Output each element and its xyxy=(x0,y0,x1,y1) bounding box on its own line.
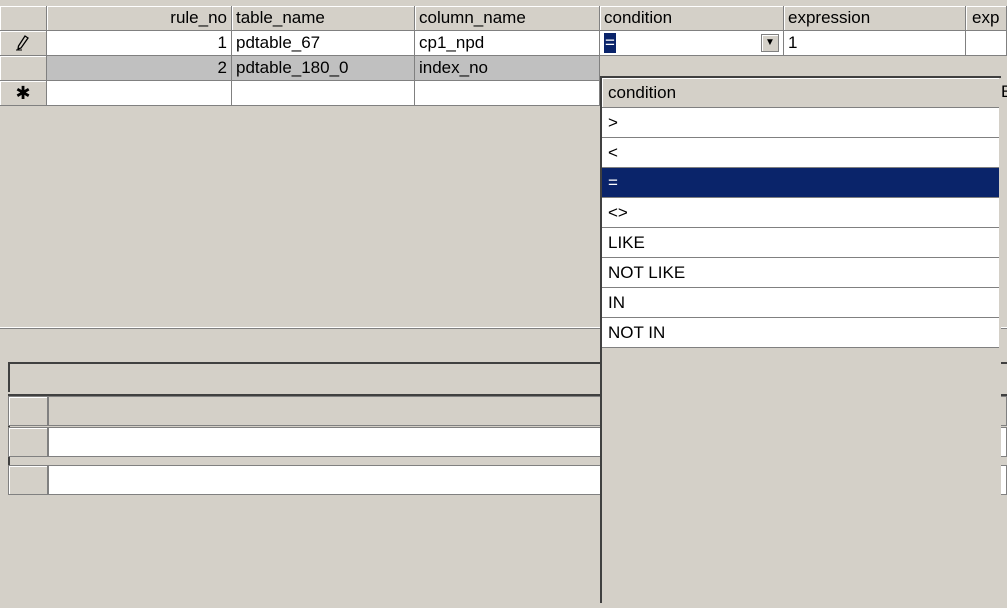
cell-table-name[interactable]: pdtable_67 xyxy=(232,31,415,56)
column-header-table-name[interactable]: table_name xyxy=(232,6,415,31)
column-header-rule-no[interactable]: rule_no xyxy=(47,6,232,31)
combo-dropdown-button[interactable]: ▼ xyxy=(761,34,779,52)
row-selector-new[interactable]: ✱ xyxy=(0,81,47,106)
cell-rule-no[interactable]: 2 xyxy=(47,56,232,81)
row-selector-editing[interactable] xyxy=(0,31,47,56)
cell-rule-no-new[interactable] xyxy=(47,81,232,106)
lower-row-selector[interactable] xyxy=(8,427,48,457)
cell-exp[interactable] xyxy=(966,31,1007,56)
cell-column-name[interactable]: cp1_npd xyxy=(415,31,600,56)
row-selector[interactable] xyxy=(0,56,47,81)
cell-column-name[interactable]: index_no xyxy=(415,56,600,81)
column-header-expression[interactable]: expression xyxy=(784,6,966,31)
dropdown-option-in[interactable]: IN xyxy=(602,288,999,318)
triangle-down-icon: ▼ xyxy=(765,37,775,48)
dropdown-option-lt[interactable]: < xyxy=(602,138,999,168)
dropdown-option-eq[interactable]: = xyxy=(602,168,999,198)
cell-rule-no[interactable]: 1 xyxy=(47,31,232,56)
dropdown-option-like[interactable]: LIKE xyxy=(602,228,999,258)
pencil-icon xyxy=(16,34,30,51)
column-header-column-name[interactable]: column_name xyxy=(415,6,600,31)
asterisk-icon: ✱ xyxy=(15,83,31,103)
condition-combo-value[interactable]: = xyxy=(604,33,616,53)
cell-condition-combo[interactable]: = ▼ xyxy=(600,31,784,56)
cell-table-name-new[interactable] xyxy=(232,81,415,106)
dropdown-option-neq[interactable]: <> xyxy=(602,198,999,228)
lower-row-selector[interactable] xyxy=(8,396,48,426)
cell-column-name-new[interactable] xyxy=(415,81,600,106)
dropdown-header: condition xyxy=(602,78,999,108)
grid-corner-header[interactable] xyxy=(0,6,47,31)
cell-table-name[interactable]: pdtable_180_0 xyxy=(232,56,415,81)
dropdown-option-not-in[interactable]: NOT IN xyxy=(602,318,999,348)
column-header-condition[interactable]: condition xyxy=(600,6,784,31)
condition-dropdown-list[interactable]: condition > < = <> LIKE NOT LIKE IN NOT … xyxy=(600,76,1001,603)
dropdown-option-not-like[interactable]: NOT LIKE xyxy=(602,258,999,288)
cell-expression[interactable]: 1 xyxy=(784,31,966,56)
dropdown-option-gt[interactable]: > xyxy=(602,108,999,138)
peek-column-text: E xyxy=(1001,82,1007,101)
column-header-exp[interactable]: exp xyxy=(966,6,1007,31)
lower-row-selector[interactable] xyxy=(8,465,48,495)
